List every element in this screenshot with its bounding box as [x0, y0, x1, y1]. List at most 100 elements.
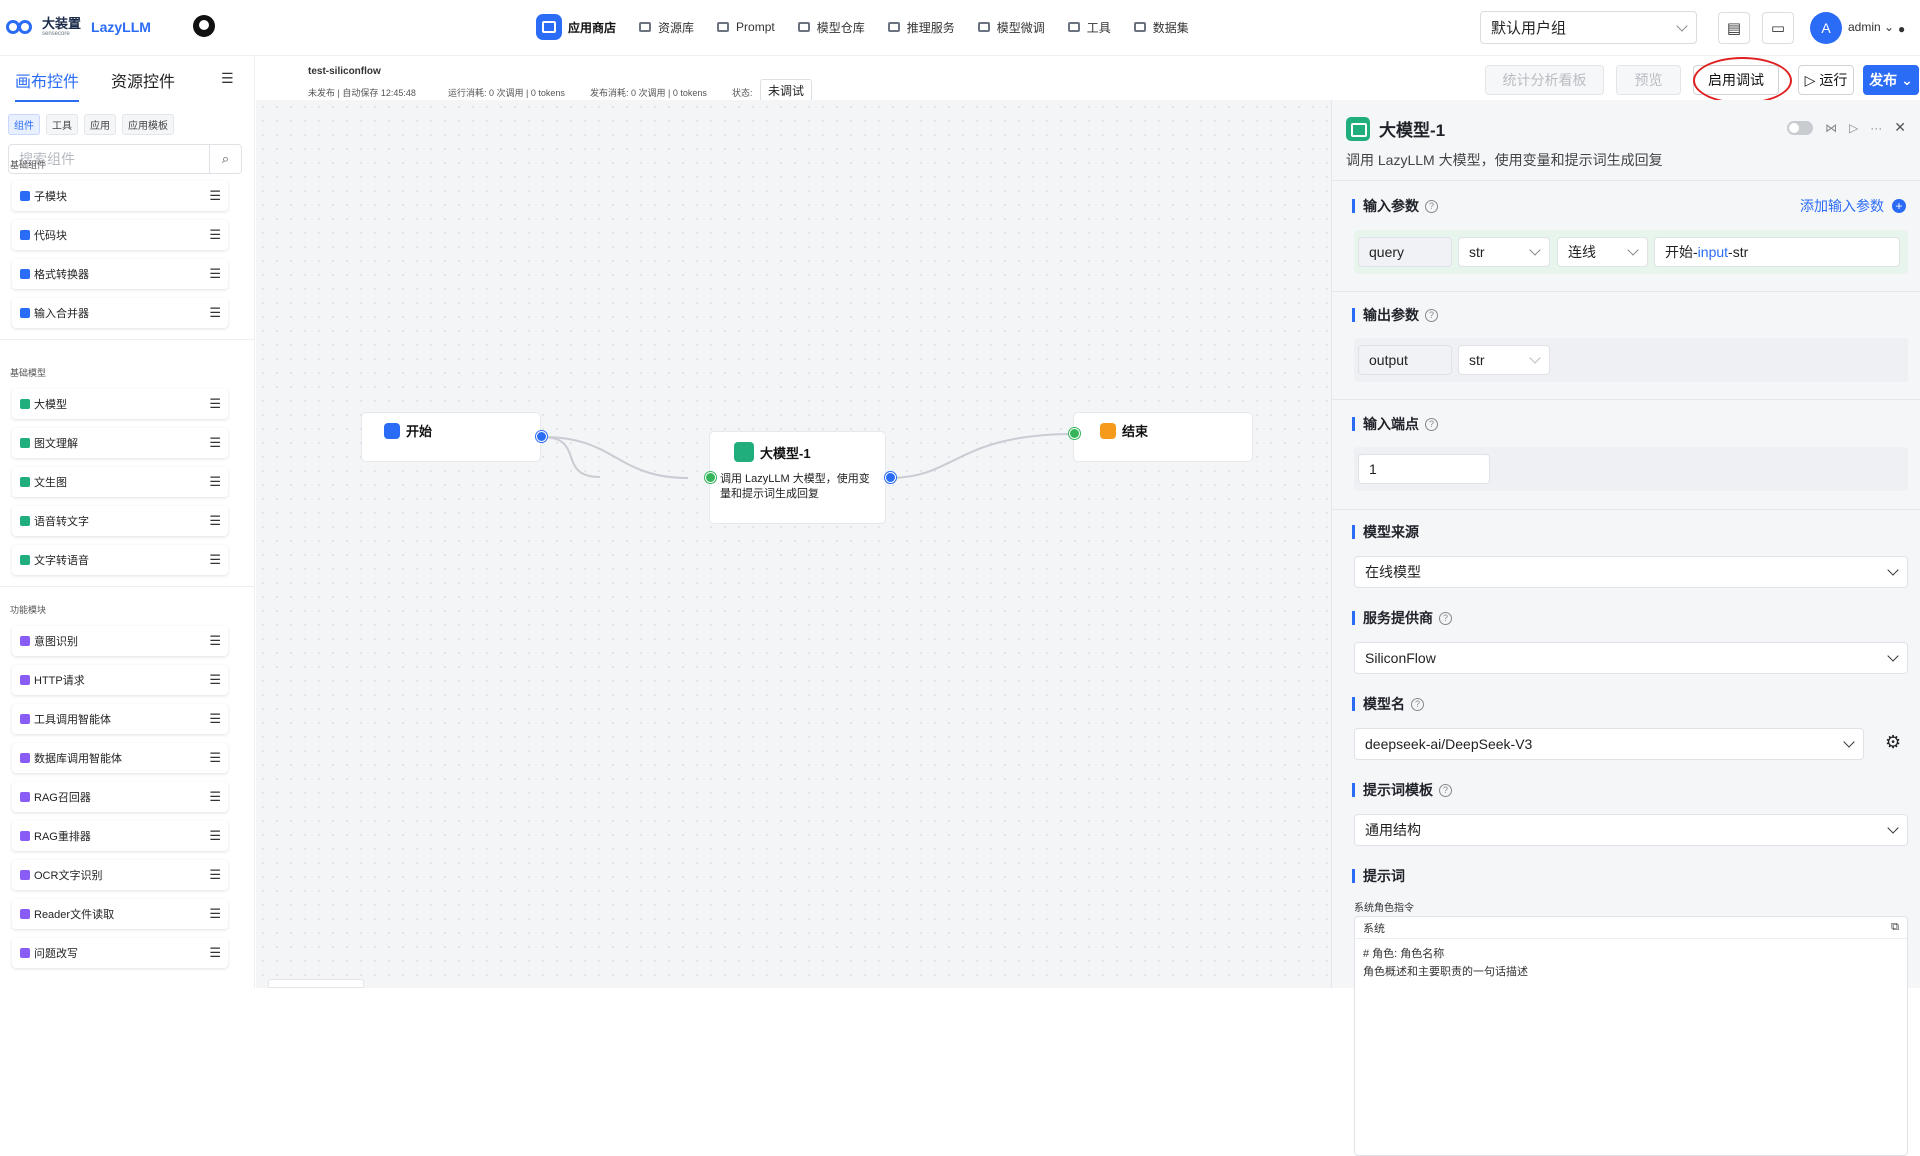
share-icon[interactable]: ⋈	[1825, 121, 1837, 135]
nav-item-dataset[interactable]: 数据集	[1122, 14, 1200, 40]
drag-handle-icon[interactable]: ☰	[209, 227, 221, 243]
panel-title[interactable]: 大模型-1	[1379, 116, 1445, 141]
help-icon[interactable]: ?	[1439, 783, 1452, 797]
component-item[interactable]: 代码块 ☰	[12, 220, 228, 250]
drag-handle-icon[interactable]: ☰	[209, 305, 221, 321]
logo[interactable]: 大装置 sensecore LazyLLM	[6, 16, 151, 37]
drag-handle-icon[interactable]: ☰	[209, 396, 221, 412]
drag-handle-icon[interactable]: ☰	[209, 552, 221, 568]
chip-tools[interactable]: 工具	[46, 114, 78, 135]
input-ports-input[interactable]: 1	[1358, 454, 1490, 484]
component-item[interactable]: 语音转文字 ☰	[12, 506, 228, 536]
drag-handle-icon[interactable]: ☰	[209, 672, 221, 688]
tab-canvas-controls[interactable]: 画布控件	[15, 68, 80, 102]
gear-icon[interactable]: ⚙	[1885, 732, 1901, 753]
drag-handle-icon[interactable]: ☰	[209, 867, 221, 883]
chip-app-templates[interactable]: 应用模板	[122, 114, 174, 135]
nav-item-prompt[interactable]: Prompt	[705, 14, 786, 40]
nav-item-tools[interactable]: 工具	[1056, 14, 1122, 40]
component-item[interactable]: HTTP请求 ☰	[12, 665, 228, 695]
help-icon[interactable]: ?	[1425, 308, 1438, 322]
component-item[interactable]: OCR文字识别 ☰	[12, 860, 228, 890]
component-item[interactable]: 问题改写 ☰	[12, 938, 228, 968]
end-input-port[interactable]	[1069, 428, 1080, 439]
nav-item-model-repo[interactable]: 模型仓库	[786, 14, 876, 40]
component-item[interactable]: 文字转语音 ☰	[12, 545, 228, 575]
provider-select[interactable]: SiliconFlow	[1354, 642, 1908, 674]
preview-button[interactable]: 预览	[1616, 65, 1681, 95]
publish-button[interactable]: 发布 ⌄	[1863, 65, 1919, 95]
drag-handle-icon[interactable]: ☰	[209, 513, 221, 529]
prompt-template-select[interactable]: 通用结构	[1354, 814, 1908, 846]
chip-components[interactable]: 组件	[8, 114, 40, 135]
drag-handle-icon[interactable]: ☰	[209, 789, 221, 805]
search-icon[interactable]: ⌕	[209, 145, 241, 173]
chip-apps[interactable]: 应用	[84, 114, 116, 135]
drag-handle-icon[interactable]: ☰	[209, 266, 221, 282]
drag-handle-icon[interactable]: ☰	[209, 188, 221, 204]
node-end[interactable]: 结束	[1073, 412, 1253, 462]
node-start[interactable]: 开始	[361, 412, 541, 462]
output-param-type-select[interactable]: str	[1458, 345, 1550, 375]
close-icon[interactable]: ✕	[1894, 119, 1906, 136]
input-param-mode-select[interactable]: 连线	[1557, 237, 1648, 267]
component-item[interactable]: RAG重排器 ☰	[12, 821, 228, 851]
tab-resource-controls[interactable]: 资源控件	[111, 68, 175, 102]
bell-icon[interactable]: ●	[1898, 22, 1905, 36]
collapse-sidebar-icon[interactable]: ☰	[221, 70, 234, 87]
nav-item-inference[interactable]: 推理服务	[876, 14, 966, 40]
drag-handle-icon[interactable]: ☰	[209, 828, 221, 844]
drag-handle-icon[interactable]: ☰	[209, 750, 221, 766]
drag-handle-icon[interactable]: ☰	[209, 906, 221, 922]
add-input-param-button[interactable]: 添加输入参数 +	[1800, 196, 1906, 216]
workflow-canvas[interactable]: 开始 大模型-1 调用 LazyLLM 大模型，使用变量和提示词生成回复 结束	[256, 100, 1331, 988]
help-icon[interactable]: ?	[1425, 417, 1438, 431]
llm-input-port[interactable]	[705, 472, 716, 483]
help-icon[interactable]: ?	[1411, 697, 1424, 711]
component-item[interactable]: 大模型 ☰	[12, 389, 228, 419]
minimap-tab[interactable]	[268, 979, 364, 988]
output-param-name[interactable]: output	[1358, 345, 1452, 375]
run-button[interactable]: ▷ 运行	[1798, 65, 1854, 95]
input-param-name[interactable]: query	[1358, 237, 1452, 267]
input-param-type-select[interactable]: str	[1458, 237, 1550, 267]
help-icon[interactable]: ?	[1425, 199, 1438, 213]
help-icon[interactable]: ?	[1439, 611, 1452, 625]
component-item[interactable]: 格式转换器 ☰	[12, 259, 228, 289]
user-group-select[interactable]: 默认用户组	[1480, 11, 1697, 44]
model-source-select[interactable]: 在线模型	[1354, 556, 1908, 588]
component-item[interactable]: 子模块 ☰	[12, 181, 228, 211]
input-param-source[interactable]: 开始-input -str	[1654, 237, 1900, 267]
monitor-icon[interactable]: ▭	[1762, 12, 1794, 44]
component-item[interactable]: 工具调用智能体 ☰	[12, 704, 228, 734]
nav-item-resources[interactable]: 资源库	[627, 14, 705, 40]
start-output-port[interactable]	[536, 431, 547, 442]
drag-handle-icon[interactable]: ☰	[209, 435, 221, 451]
component-item[interactable]: RAG召回器 ☰	[12, 782, 228, 812]
node-llm[interactable]: 大模型-1 调用 LazyLLM 大模型，使用变量和提示词生成回复	[709, 431, 886, 524]
docs-icon[interactable]: ▤	[1718, 12, 1750, 44]
node-toggle[interactable]	[1787, 120, 1814, 135]
system-prompt-editor[interactable]: 系统 ⧉ # 角色: 角色名称 角色概述和主要职责的一句话描述	[1354, 916, 1908, 1156]
drag-handle-icon[interactable]: ☰	[209, 633, 221, 649]
nav-item-app-store[interactable]: 应用商店	[525, 14, 627, 40]
nav-item-finetune[interactable]: 模型微调	[966, 14, 1056, 40]
drag-handle-icon[interactable]: ☰	[209, 711, 221, 727]
copy-icon[interactable]: ⧉	[1891, 921, 1899, 934]
more-icon[interactable]: ···	[1870, 121, 1882, 135]
username[interactable]: admin ⌄	[1848, 20, 1894, 34]
model-name-select[interactable]: deepseek-ai/DeepSeek-V3	[1354, 728, 1864, 760]
component-item[interactable]: 输入合并器 ☰	[12, 298, 228, 328]
component-item[interactable]: 数据库调用智能体 ☰	[12, 743, 228, 773]
stats-dashboard-button[interactable]: 统计分析看板	[1485, 65, 1604, 95]
play-icon[interactable]: ▷	[1849, 121, 1858, 135]
drag-handle-icon[interactable]: ☰	[209, 474, 221, 490]
avatar[interactable]: A	[1810, 12, 1842, 44]
component-item[interactable]: 文生图 ☰	[12, 467, 228, 497]
github-icon[interactable]	[193, 15, 215, 37]
llm-output-port[interactable]	[885, 472, 896, 483]
drag-handle-icon[interactable]: ☰	[209, 945, 221, 961]
component-item[interactable]: 图文理解 ☰	[12, 428, 228, 458]
component-item[interactable]: 意图识别 ☰	[12, 626, 228, 656]
component-item[interactable]: Reader文件读取 ☰	[12, 899, 228, 929]
